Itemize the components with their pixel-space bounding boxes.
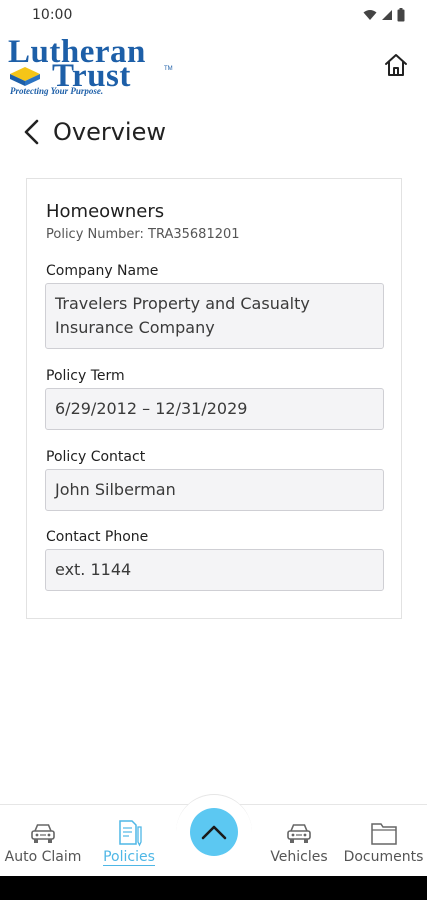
- nav-auto-claim-label: Auto Claim: [4, 849, 82, 865]
- company-name-field[interactable]: Travelers Property and Casualty Insuranc…: [45, 283, 384, 349]
- nav-policies-label: Policies: [103, 849, 155, 866]
- nav-documents-label: Documents: [343, 849, 424, 865]
- nav-vehicles-label: Vehicles: [270, 849, 328, 865]
- battery-icon: [397, 8, 405, 22]
- policy-card: Homeowners Policy Number: TRA35681201 Co…: [26, 178, 402, 619]
- status-time: 10:00: [32, 7, 73, 23]
- signal-icon: [382, 10, 392, 20]
- lutheran-trust-logo: Lutheran Trust TM Protecting Your Purpos…: [8, 36, 218, 97]
- contact-phone-field[interactable]: ext. 1144: [45, 549, 384, 591]
- page-title: Overview: [53, 118, 166, 146]
- car-icon: [29, 819, 57, 847]
- policy-contact-field[interactable]: John Silberman: [45, 469, 384, 511]
- home-icon: [385, 54, 407, 76]
- policy-contact-label: Policy Contact: [46, 449, 146, 465]
- page-header: Overview: [0, 112, 427, 152]
- company-name-label: Company Name: [46, 263, 159, 279]
- status-bar: 10:00: [0, 0, 427, 30]
- logo-trademark: TM: [164, 66, 173, 72]
- nav-documents[interactable]: Documents: [340, 805, 427, 873]
- policy-term-field[interactable]: 6/29/2012 – 12/31/2029: [45, 388, 384, 430]
- nav-auto-claim[interactable]: Auto Claim: [0, 805, 86, 873]
- policy-number-text: Policy Number: TRA35681201: [46, 227, 240, 242]
- home-button[interactable]: [381, 50, 411, 80]
- wifi-icon: [363, 10, 377, 20]
- policy-term-label: Policy Term: [46, 368, 125, 384]
- nav-policies[interactable]: Policies: [98, 805, 160, 873]
- policy-type-title: Homeowners: [46, 201, 165, 222]
- logo-tagline: Protecting Your Purpose.: [10, 86, 104, 96]
- system-navigation-bar: [0, 876, 427, 900]
- car-icon: [285, 819, 313, 847]
- logo-mark-icon: [10, 67, 40, 86]
- app-header: Lutheran Trust TM Protecting Your Purpos…: [0, 34, 427, 98]
- document-pen-icon: [115, 819, 143, 847]
- expand-menu-button[interactable]: [190, 808, 238, 856]
- back-button[interactable]: [20, 118, 44, 146]
- nav-vehicles[interactable]: Vehicles: [266, 805, 332, 873]
- chevron-left-icon: [24, 119, 39, 145]
- chevron-up-icon: [201, 825, 227, 840]
- policy-number: Policy Number: TRA35681201: [46, 227, 240, 242]
- status-icons: [363, 8, 405, 22]
- folder-icon: [370, 819, 398, 847]
- contact-phone-label: Contact Phone: [46, 529, 149, 545]
